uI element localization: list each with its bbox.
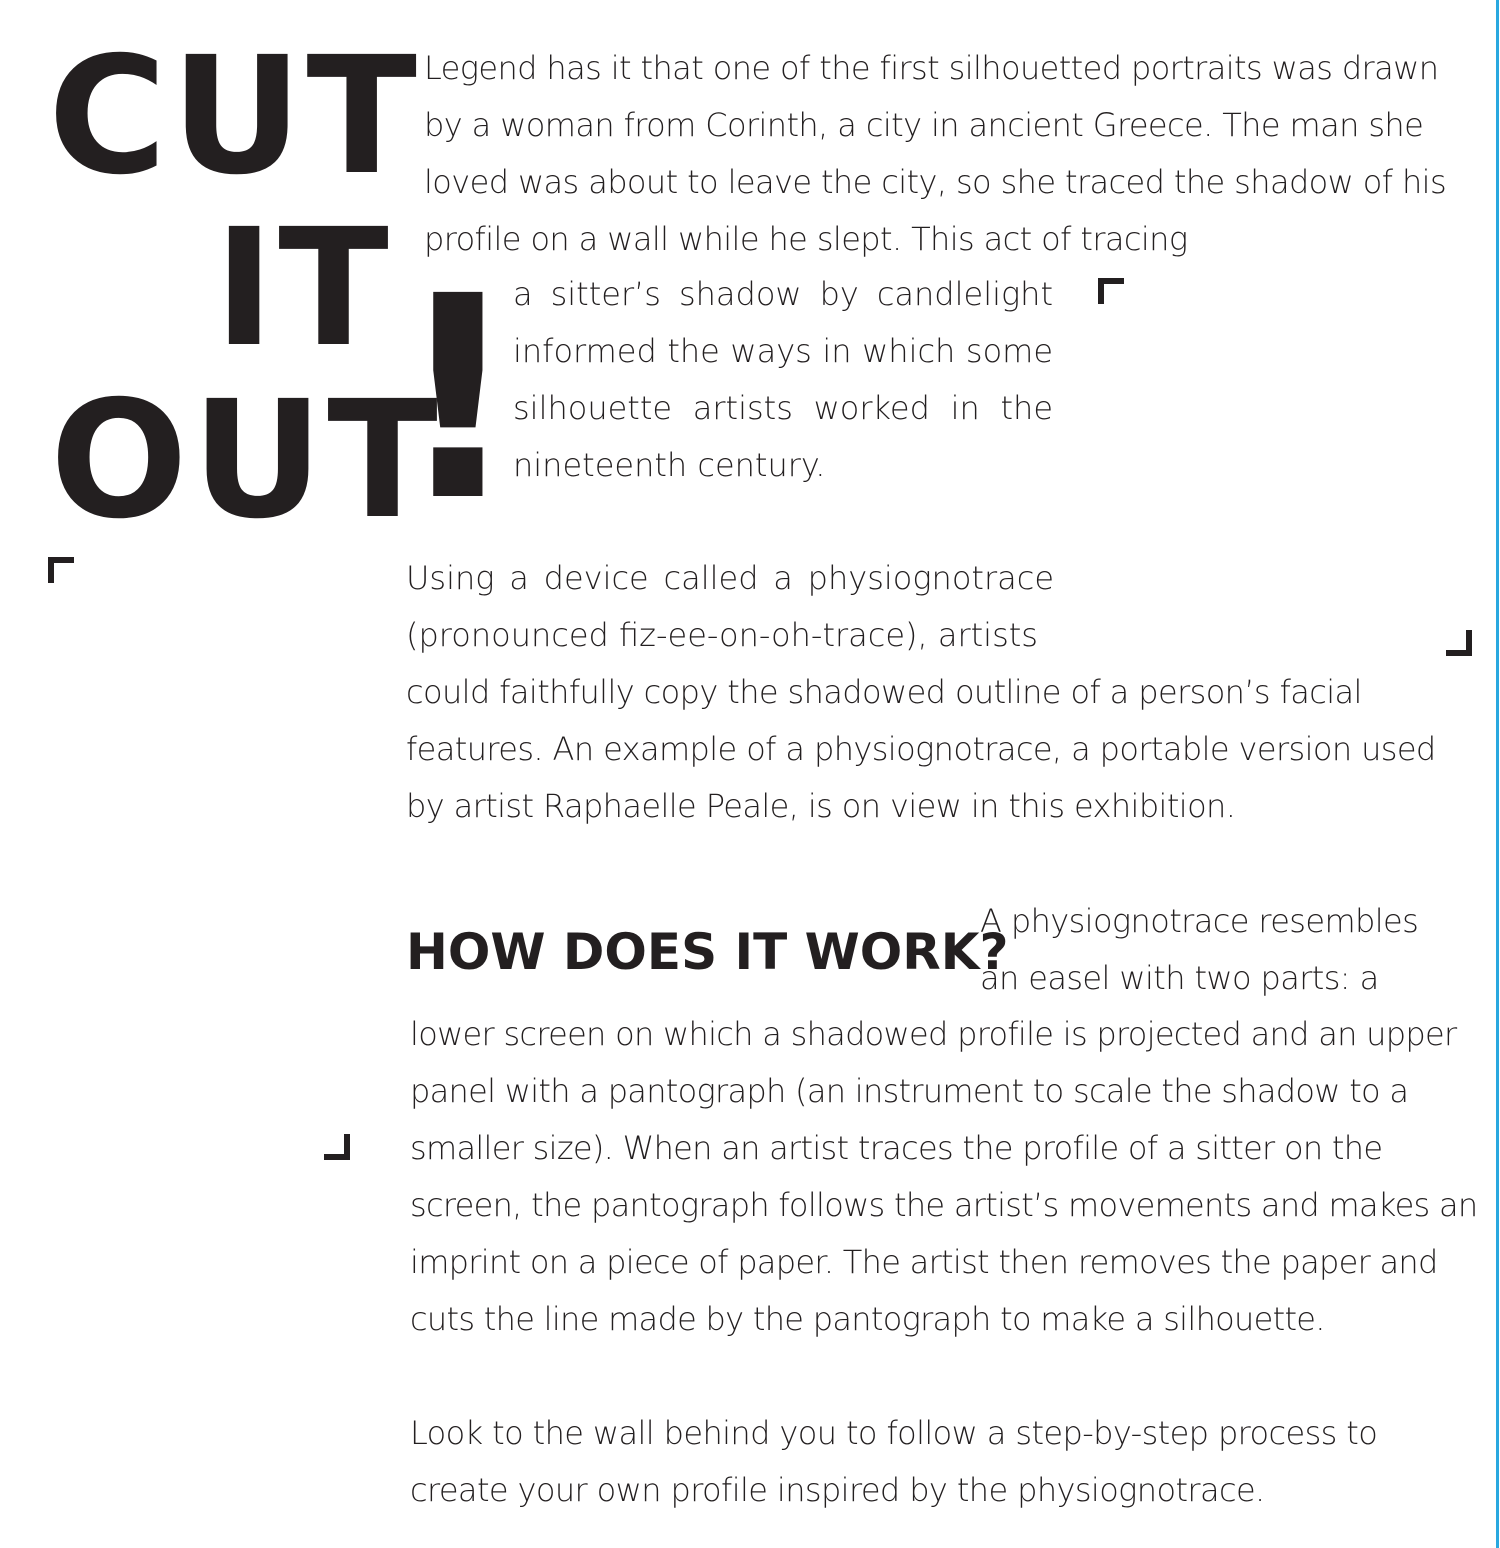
title-word-cut: CUT	[48, 23, 421, 211]
corner-bracket-bottom-right-icon	[324, 1134, 350, 1160]
how-paragraph: A physiognotrace resembles an easel with…	[980, 902, 1419, 997]
device-paragraph-continued: could faithfully copy the shadowed outli…	[406, 673, 1436, 825]
corner-bracket-top-left-icon	[1098, 278, 1124, 304]
section-heading-how-does-it-work: HOW DOES IT WORK?	[406, 923, 1009, 981]
title-word-it: IT	[214, 195, 393, 383]
title-word-out: OUT	[50, 367, 442, 555]
accent-edge-line	[1496, 0, 1499, 1548]
closing-paragraph: Look to the wall behind you to follow a …	[410, 1414, 1378, 1509]
how-paragraph-continued: lower screen on which a shadowed profile…	[410, 1015, 1478, 1338]
title-exclamation: !	[394, 237, 522, 563]
intro-paragraph-continued: a sitter’s shadow by candlelight informe…	[513, 275, 1053, 484]
corner-bracket-bottom-right-icon	[1446, 630, 1472, 656]
intro-paragraph: Legend has it that one of the first silh…	[424, 49, 1447, 258]
corner-bracket-top-left-icon	[48, 557, 74, 583]
device-paragraph: Using a device called a physiognotrace (…	[406, 559, 1054, 654]
